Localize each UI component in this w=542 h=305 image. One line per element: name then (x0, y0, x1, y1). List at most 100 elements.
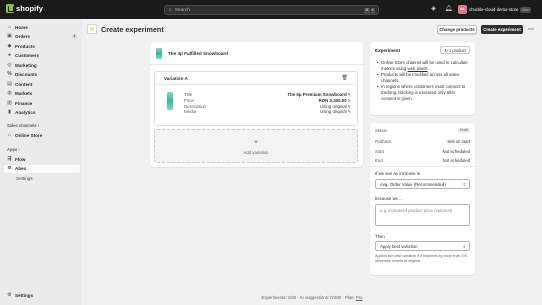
sidebar-item-online-store[interactable]: ⌂ Online Store (4, 131, 80, 139)
sidebar-item-label: Abex (15, 166, 27, 171)
person-icon: ● (7, 52, 12, 58)
divider (155, 84, 358, 85)
help-text: Applies the best variation if it improve… (375, 254, 468, 263)
create-experiment-button[interactable]: Create experiment (481, 24, 523, 34)
change-products-button[interactable]: Change products (437, 24, 477, 34)
app-icon: ≋ (87, 24, 97, 34)
chevron-updown-icon: ⇕ (462, 182, 466, 187)
sidebar-item-marketing[interactable]: ◎ Marketing (4, 61, 80, 69)
list-item: Online Store channel will be used to cal… (377, 60, 471, 72)
sidebar-item-settings[interactable]: ⚙ Settings (4, 291, 80, 299)
chevron-right-icon: › (18, 147, 20, 152)
sidebar-item-content[interactable]: ▤ Content (4, 80, 80, 88)
shortcut-key-k: K (370, 8, 375, 14)
tag-icon: ◆ (7, 42, 12, 49)
orders-count-badge: 4 (71, 34, 77, 39)
sidebar-item-label: Customers (15, 53, 39, 58)
metric-select[interactable]: Avg. Order Value (Recommended) ⇕ (375, 179, 470, 189)
end-value: Not scheduled (442, 158, 470, 163)
sidebar-item-orders[interactable]: ▣ Orders 4 (4, 33, 80, 41)
shopify-logo[interactable]: shopify (6, 4, 43, 13)
sidebar-item-discounts[interactable]: % Discounts (4, 71, 80, 79)
page-title: Create experiment (101, 25, 164, 34)
status-label: Status (375, 128, 388, 133)
field-value-title: The 6p Premium Snowboard (287, 92, 347, 97)
usage-text: Experiments: 1/50 · AI suggestions: 0/20… (261, 295, 356, 300)
because-label: because we ... (375, 196, 403, 201)
home-icon: ⌂ (7, 23, 12, 30)
field-value-media-row[interactable]: Using original✎ (287, 109, 351, 115)
globe-icon: ◍ (7, 90, 12, 96)
end-row: End Not scheduled (375, 158, 470, 163)
pencil-icon: ✎ (347, 92, 351, 97)
sidebar-item-products[interactable]: ◆ Products (4, 42, 80, 50)
pencil-icon: ✎ (347, 97, 351, 103)
sidekick-icon[interactable]: ◈ (429, 5, 438, 14)
sidebar-item-label: Markets (15, 91, 33, 96)
divider (370, 166, 475, 167)
plan-link[interactable]: Pro (356, 295, 363, 300)
add-variation-button[interactable]: + Add variation (154, 129, 358, 163)
more-actions-button[interactable]: ⋯ (526, 25, 536, 34)
refresh-icon: ↻ (444, 47, 448, 53)
status-card: Status Draft Rollback Sell on start Star… (370, 123, 475, 275)
sales-channels-heading[interactable]: Sales channels › (7, 123, 39, 128)
flow-icon: ⇶ (7, 155, 12, 162)
gear-icon: ⚙ (7, 291, 12, 298)
sidebar-item-label: Products (15, 43, 35, 49)
search-input[interactable]: ⌕ Search ⌘ K (164, 5, 379, 15)
apps-heading[interactable]: Apps › (7, 147, 20, 152)
product-row: The 3p Fulfilled Snowboard (156, 48, 357, 59)
sales-channels-label: Sales channels (7, 123, 37, 128)
product-count-label: 1 product (448, 47, 466, 53)
variation-field-values: The 6p Premium Snowboard✎ RON 3,300.00✎ … (287, 92, 351, 115)
rollback-row: Rollback Sell on start (375, 139, 470, 144)
apps-label: Apps (7, 147, 18, 152)
search-shortcut: ⌘ K (364, 8, 375, 14)
list-item: In regions where customers must consent … (377, 84, 471, 101)
bullet1-end: . (427, 65, 429, 71)
bank-icon: ▥ (7, 99, 12, 106)
start-row: Start Not scheduled (375, 149, 470, 154)
usage-footer: Experiments: 1/50 · AI suggestions: 0/20… (82, 295, 542, 300)
store-badge: Dev (520, 6, 531, 13)
hypothesis-textarea[interactable]: e.g. increased product price (optional) (375, 204, 470, 226)
shopify-bag-icon (6, 4, 14, 13)
sidebar-item-label: Marketing (15, 62, 37, 68)
product-count-button[interactable]: ↻ 1 product (440, 46, 470, 54)
pencil-icon: ✎ (347, 103, 351, 109)
search-placeholder: Search (174, 7, 190, 13)
sidebar-item-customers[interactable]: ● Customers (4, 52, 80, 60)
sidebar-item-markets[interactable]: ◍ Markets (4, 90, 80, 98)
start-label: Start (375, 149, 385, 154)
pencil-icon: ✎ (347, 109, 351, 115)
field-label-media: Media (184, 109, 196, 115)
sidebar-item-abex[interactable]: ≋ Abex (4, 164, 80, 173)
sidebar-item-flow[interactable]: ⇶ Flow (4, 155, 80, 163)
store-switcher[interactable]: cc chuckle-cloud-demo-store Dev (458, 4, 531, 15)
then-label: Then (375, 234, 385, 239)
increase-label: If we see an increase in (375, 171, 421, 176)
variation-title: Variation A (164, 76, 188, 81)
content-icon: ▤ (7, 80, 12, 87)
metric-value: Avg. Order Value (Recommended) (380, 181, 446, 187)
hypothesis-placeholder: e.g. increased product price (optional) (380, 208, 453, 213)
sidebar-item-abex-settings[interactable]: Settings (4, 174, 80, 182)
store-icon: ⌂ (7, 131, 12, 138)
outcome-select[interactable]: Apply best variation ⇕ (375, 241, 470, 251)
sidebar-item-home[interactable]: ⌂ Home (4, 23, 80, 31)
experiment-info-list: Online Store channel will be used to cal… (377, 60, 471, 102)
product-thumbnail (156, 48, 162, 59)
sidebar-item-analytics[interactable]: ▮ Analytics (4, 109, 80, 117)
web-pixels-link[interactable]: web pixels (408, 66, 428, 71)
bell-icon[interactable]: 🔔︎ (444, 5, 453, 14)
chart-icon: ▮ (8, 109, 11, 115)
field-value-media: Using original (320, 109, 347, 115)
sidebar-item-finance[interactable]: ▥ Finance (4, 99, 80, 107)
list-item: Products will be modified across all sal… (377, 72, 471, 84)
sidebar-item-label: Settings (16, 175, 33, 181)
variation-thumbnail (167, 92, 173, 110)
trash-icon[interactable]: 🗑︎ (342, 75, 348, 81)
field-value-description: Using original (320, 103, 347, 109)
chevron-updown-icon: ⇕ (462, 244, 466, 249)
